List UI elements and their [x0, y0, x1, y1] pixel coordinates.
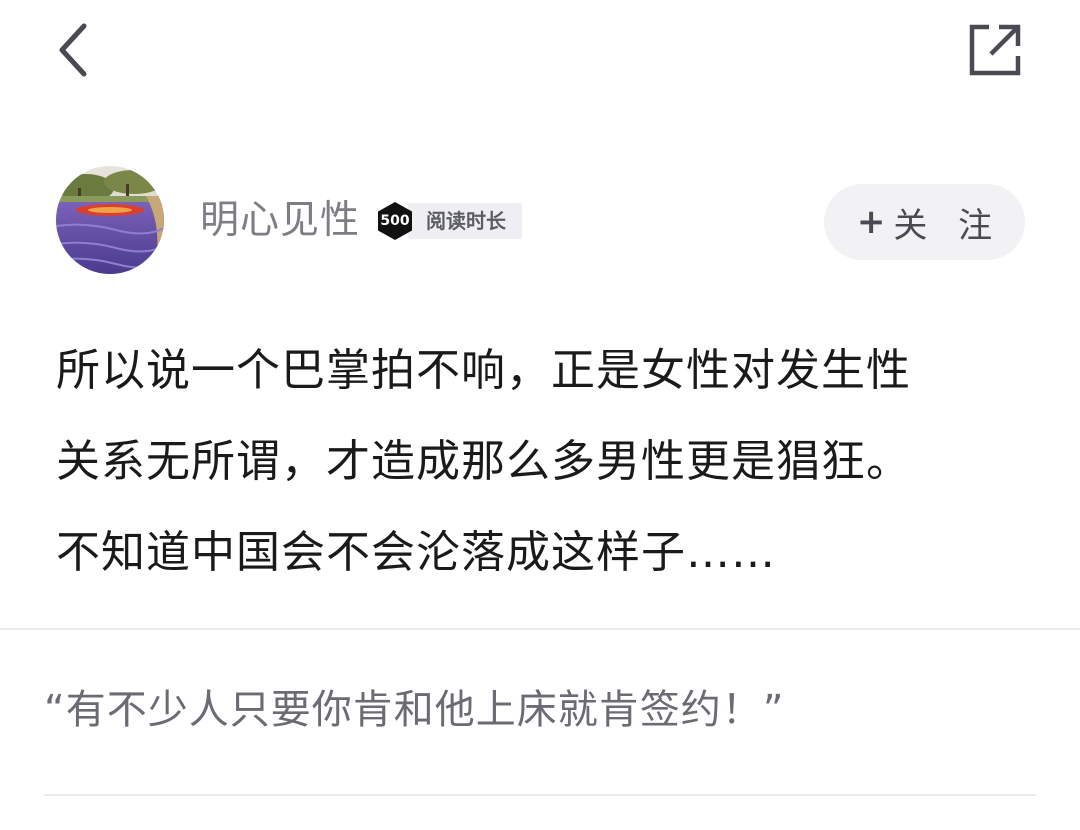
divider: [0, 628, 1080, 630]
avatar[interactable]: [56, 166, 164, 274]
badge-label: 阅读时长: [408, 203, 522, 239]
share-button[interactable]: [962, 18, 1028, 82]
badge-number: 500: [380, 213, 410, 229]
hexagon-icon: 500: [376, 201, 414, 241]
post-line: 关系无所谓，才造成那么多男性更是猖狂。: [56, 436, 911, 487]
divider: [44, 794, 1036, 796]
post-line: 所以说一个巴掌拍不响，正是女性对发生性: [56, 345, 911, 396]
external-link-icon: [969, 24, 1021, 76]
chevron-left-icon: [59, 23, 87, 77]
follow-button[interactable]: + 关 注: [824, 184, 1025, 260]
post-line: 不知道中国会不会沦落成这样子……: [56, 527, 776, 578]
author-row: 明心见性 500 阅读时长 + 关 注: [56, 166, 1026, 276]
reading-time-badge: 500 阅读时长: [376, 202, 522, 240]
plus-icon: +: [856, 202, 886, 242]
follow-label: 关 注: [893, 205, 1003, 246]
back-button[interactable]: [44, 18, 100, 82]
quote-text: “有不少人只要你肯和他上床就肯签约！”: [44, 687, 785, 733]
post-body: 所以说一个巴掌拍不响，正是女性对发生性 关系无所谓，才造成那么多男性更是猖狂。 …: [56, 325, 1036, 598]
avatar-image: [56, 166, 164, 274]
author-name[interactable]: 明心见性: [200, 196, 360, 246]
